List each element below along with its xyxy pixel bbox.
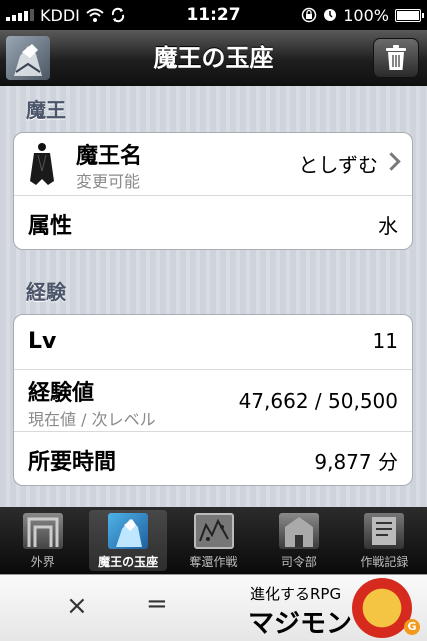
section-header-experience: 経験 <box>26 280 66 304</box>
chevron-right-icon <box>382 152 401 171</box>
attribute-label: 属性 <box>28 214 73 239</box>
record-icon <box>364 513 405 549</box>
ad-symbol-times: × <box>66 591 88 621</box>
maou-group: 魔王名 変更可能 としずむ 属性 水 <box>13 132 413 250</box>
section-header-maou: 魔王 <box>26 98 66 122</box>
rotation-lock-icon <box>302 7 317 23</box>
experience-group: Lv 11 経験値 現在値 / 次レベル 47,662 / 50,500 所要時… <box>13 314 413 486</box>
headquarters-icon <box>278 513 319 549</box>
required-time-label: 所要時間 <box>28 450 117 475</box>
ad-symbol-equals: = <box>146 589 168 619</box>
maou-name-row[interactable]: 魔王名 変更可能 としずむ <box>14 133 412 195</box>
tab-label: 司令部 <box>280 555 317 569</box>
required-time-value: 9,877 分 <box>314 450 398 474</box>
attribute-value: 水 <box>378 214 398 238</box>
ad-game-name: マジモン <box>248 609 353 639</box>
tab-maou-throne[interactable]: 魔王の玉座 <box>85 507 170 574</box>
ad-badge-icon: G <box>404 619 420 635</box>
battery-icon <box>395 8 424 22</box>
ad-tagline: 進化するRPG <box>250 585 342 603</box>
gate-icon <box>22 513 63 549</box>
maou-name-label: 魔王名 <box>76 144 143 169</box>
map-icon <box>193 513 234 549</box>
experience-label: 経験値 <box>28 381 95 406</box>
experience-sublabel: 現在値 / 次レベル <box>28 410 156 429</box>
tab-label: 作戦記録 <box>360 555 409 569</box>
page-title: 魔王の玉座 <box>153 44 274 72</box>
alarm-icon <box>324 9 337 21</box>
tab-operation-record[interactable]: 作戦記録 <box>342 507 427 574</box>
tab-label: 外界 <box>30 555 55 569</box>
experience-row: 経験値 現在値 / 次レベル 47,662 / 50,500 <box>14 369 412 432</box>
level-row: Lv 11 <box>14 315 412 369</box>
delete-button[interactable] <box>373 38 419 78</box>
tab-recapture-operation[interactable]: 奪還作戦 <box>171 507 256 574</box>
tab-headquarters[interactable]: 司令部 <box>256 507 341 574</box>
maou-character-icon <box>30 143 54 185</box>
navigation-bar: 魔王の玉座 <box>0 30 427 87</box>
ad-banner[interactable]: × = 進化するRPG マジモン G <box>0 574 427 641</box>
attribute-row: 属性 水 <box>14 195 412 250</box>
maou-name-value: としずむ <box>298 153 378 177</box>
tab-outside-world[interactable]: 外界 <box>0 507 85 574</box>
required-time-row: 所要時間 9,877 分 <box>14 431 412 486</box>
settings-list: 魔王 魔王名 変更可能 としずむ 属性 水 経験 Lv 11 経験値 現在値 /… <box>0 86 427 507</box>
level-value: 11 <box>372 329 398 353</box>
maou-name-sublabel: 変更可能 <box>76 172 141 191</box>
experience-value: 47,662 / 50,500 <box>238 389 398 413</box>
tab-label: 奪還作戦 <box>189 555 238 569</box>
trash-icon <box>386 45 406 70</box>
tab-label: 魔王の玉座 <box>98 555 159 569</box>
battery-percentage: 100% <box>343 5 389 25</box>
status-bar: KDDI 11:27 100% <box>0 0 427 30</box>
ad-logo-icon <box>352 578 412 638</box>
throne-icon <box>108 513 149 549</box>
level-label: Lv <box>28 329 57 354</box>
tab-bar: 外界 魔王の玉座 奪還作戦 司令部 作戦記録 <box>0 507 427 574</box>
